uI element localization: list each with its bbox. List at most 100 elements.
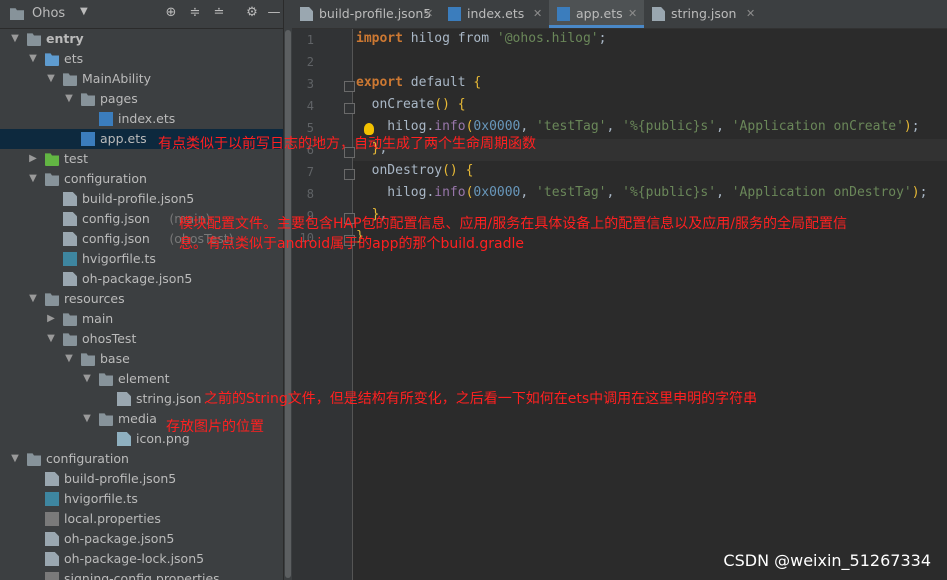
editor-tab[interactable]: build-profile.json5 ✕ [292, 0, 440, 28]
fold-marker-icon[interactable] [344, 81, 355, 92]
project-name[interactable]: Ohos [32, 6, 65, 21]
line-number: 2 [306, 55, 314, 69]
tree-item[interactable]: ▼ pages [0, 89, 283, 109]
folder-icon [27, 33, 41, 46]
project-folder-icon [10, 8, 24, 20]
close-icon[interactable]: ✕ [628, 0, 637, 28]
folder-icon [81, 93, 95, 106]
json-file-icon [63, 212, 77, 226]
gear-icon[interactable]: ⚙ [244, 5, 260, 21]
line-number: 4 [306, 99, 314, 113]
json-file-icon [63, 192, 77, 206]
folder-icon [99, 373, 113, 386]
editor-tab-label: index.ets [467, 6, 525, 21]
tree-item[interactable]: index.ets [0, 109, 283, 129]
folder-icon [63, 73, 77, 86]
fold-marker-icon[interactable] [344, 103, 355, 114]
tree-item-label: oh-package-lock.json5 [64, 551, 205, 566]
tree-item[interactable]: ▼ base [0, 349, 283, 369]
chevron-down-icon[interactable]: ▼ [82, 369, 92, 389]
chevron-down-icon[interactable]: ▼ [46, 329, 56, 349]
tree-item-label: index.ets [118, 111, 176, 126]
tree-item-label: config.json [82, 231, 150, 246]
tree-item-label: signing-config.properties [64, 571, 220, 580]
close-icon[interactable]: ✕ [533, 0, 542, 28]
json-file-icon [45, 552, 59, 566]
tree-item-label: resources [64, 291, 125, 306]
folder-icon [45, 53, 59, 66]
tree-item-label: oh-package.json5 [64, 531, 175, 546]
tree-item[interactable]: ▶ main [0, 309, 283, 329]
tree-item[interactable]: oh-package-lock.json5 [0, 549, 283, 569]
chevron-down-icon[interactable]: ▼ [64, 89, 74, 109]
tree-item-label: string.json [136, 391, 202, 406]
ets-file-icon [99, 112, 113, 126]
chevron-down-icon[interactable]: ▼ [46, 69, 56, 89]
folder-icon [27, 453, 41, 466]
line-number: 8 [306, 187, 314, 201]
tree-item[interactable]: ▼ resources [0, 289, 283, 309]
project-panel-header: Ohos ▼ ⊕ ≑ ≐ ⚙ — [0, 0, 283, 29]
tree-item[interactable]: hvigorfile.ts [0, 489, 283, 509]
tree-item[interactable]: ▼ configuration [0, 449, 283, 469]
close-icon[interactable]: ✕ [746, 0, 755, 28]
tree-item[interactable]: oh-package.json5 [0, 269, 283, 289]
minimize-icon[interactable]: — [266, 5, 282, 21]
tree-item[interactable]: ▼ entry [0, 29, 283, 49]
folder-icon [63, 333, 77, 346]
chevron-down-icon[interactable]: ▼ [10, 29, 20, 49]
code-line[interactable]: hilog.info(0x0000, 'testTag', '%{public}… [356, 185, 927, 200]
tree-item[interactable]: ▼ MainAbility [0, 69, 283, 89]
tree-item[interactable]: build-profile.json5 [0, 189, 283, 209]
folder-icon [45, 293, 59, 306]
code-line[interactable]: import hilog from '@ohos.hilog'; [356, 31, 606, 46]
code-editor[interactable]: 1 2 3 4 5 6 7 8 9 10 import hilog from '@ohos.hil… [292, 29, 947, 580]
tree-item[interactable]: build-profile.json5 [0, 469, 283, 489]
editor-tab[interactable]: string.json ✕ [644, 0, 762, 28]
editor-tab-label: app.ets [576, 6, 623, 21]
code-line[interactable]: onDestroy() { [356, 163, 474, 178]
tree-item-label: app.ets [100, 131, 147, 146]
chevron-down-icon[interactable]: ▼ [82, 409, 92, 429]
fold-marker-icon[interactable] [344, 169, 355, 180]
expand-all-icon[interactable]: ≑ [187, 5, 203, 21]
code-line[interactable]: hilog.info(0x0000, 'testTag', '%{public}… [356, 119, 919, 134]
chevron-right-icon[interactable]: ▶ [28, 149, 38, 169]
collapse-all-icon[interactable]: ≐ [211, 5, 227, 21]
tree-item[interactable]: local.properties [0, 509, 283, 529]
chevron-down-icon[interactable]: ▼ [64, 349, 74, 369]
tree-scrollbar-thumb[interactable] [285, 30, 291, 578]
ets-file-icon [81, 132, 95, 146]
chevron-down-icon[interactable]: ▼ [28, 49, 38, 69]
tree-scrollbar[interactable] [283, 0, 292, 580]
ets-file-icon [557, 7, 570, 21]
line-number: 7 [306, 165, 314, 179]
code-line[interactable]: onCreate() { [356, 97, 466, 112]
tree-item[interactable]: ▼ configuration [0, 169, 283, 189]
properties-file-icon [45, 572, 59, 580]
tree-item-label: local.properties [64, 511, 161, 526]
close-icon[interactable]: ✕ [424, 0, 433, 28]
annotation-string-json: 之前的String文件，但是结构有所变化，之后看一下如何在ets中调用在这里申明… [204, 391, 758, 407]
ts-file-icon [45, 492, 59, 506]
editor-tab[interactable]: index.ets ✕ [440, 0, 549, 28]
tree-item[interactable]: ▼ ohosTest [0, 329, 283, 349]
code-line[interactable]: export default { [356, 75, 481, 90]
editor-tab[interactable]: app.ets ✕ [549, 0, 644, 28]
chevron-down-icon[interactable]: ▼ [80, 6, 88, 17]
chevron-down-icon[interactable]: ▼ [28, 289, 38, 309]
tree-item[interactable]: ▼ ets [0, 49, 283, 69]
chevron-down-icon[interactable]: ▼ [28, 169, 38, 189]
tree-item[interactable]: signing-config.properties [0, 569, 283, 580]
watermark: CSDN @weixin_51267334 [723, 551, 931, 570]
tree-item[interactable]: ▼ element [0, 369, 283, 389]
chevron-down-icon[interactable]: ▼ [10, 449, 20, 469]
crosshair-icon[interactable]: ⊕ [163, 5, 179, 21]
chevron-right-icon[interactable]: ▶ [46, 309, 56, 329]
tree-item-label: ohosTest [82, 331, 137, 346]
tree-item[interactable]: oh-package.json5 [0, 529, 283, 549]
annotation-config-line2: 息。有点类似于android属于的app的那个build.gradle [179, 236, 524, 252]
tree-item-label: pages [100, 91, 138, 106]
ts-file-icon [63, 252, 77, 266]
tree-item-label: media [118, 411, 157, 426]
